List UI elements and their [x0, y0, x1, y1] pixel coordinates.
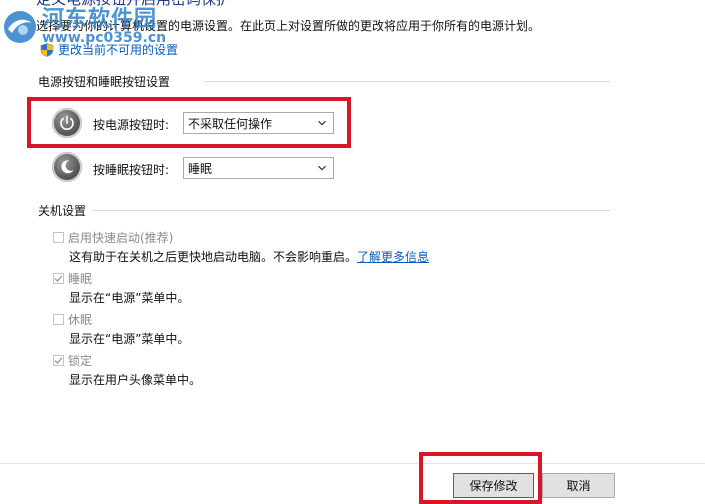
- hibernate-label: 休眠: [68, 313, 93, 327]
- fast-startup-label: 启用快速启动(推荐): [68, 231, 174, 245]
- save-changes-button[interactable]: 保存修改: [453, 473, 534, 498]
- sleep-checkbox[interactable]: [53, 273, 64, 284]
- sleep-button-icon: [52, 152, 82, 182]
- hibernate-option[interactable]: 休眠: [53, 311, 92, 328]
- chevron-down-icon: [318, 120, 326, 126]
- learn-more-link[interactable]: 了解更多信息: [357, 250, 429, 264]
- power-symbol-icon: [60, 115, 74, 130]
- change-unavailable-settings-label: 更改当前不可用的设置: [58, 43, 179, 57]
- cancel-button[interactable]: 取消: [542, 473, 615, 498]
- lock-label: 锁定: [68, 354, 93, 368]
- power-button-action-value: 不采取任何操作: [188, 116, 273, 131]
- change-unavailable-settings-link[interactable]: 更改当前不可用的设置: [40, 41, 178, 58]
- watermark-logo-icon: [4, 10, 36, 43]
- section-divider: [93, 210, 610, 211]
- power-buttons-section-title: 电源按钮和睡眠按钮设置: [38, 75, 171, 89]
- fast-startup-desc-text: 这有助于在关机之后更快地启动电脑。不会影响重启。: [69, 250, 358, 264]
- fast-startup-description: 这有助于在关机之后更快地启动电脑。不会影响重启。了解更多信息: [69, 248, 429, 265]
- checkmark-icon: [54, 275, 63, 282]
- lock-option[interactable]: 锁定: [53, 352, 92, 369]
- lock-description: 显示在用户头像菜单中。: [69, 373, 202, 387]
- fast-startup-option[interactable]: 启用快速启动(推荐): [53, 229, 173, 246]
- power-button-icon: [52, 108, 82, 138]
- moon-icon: [61, 160, 74, 174]
- hibernate-checkbox[interactable]: [53, 314, 64, 325]
- section-divider: [204, 81, 610, 82]
- sleep-button-action-value: 睡眠: [188, 161, 213, 176]
- sleep-option[interactable]: 睡眠: [53, 270, 92, 287]
- intro-text: 选择要为你的计算机设置的电源设置。在此页上对设置所做的更改将应用于你所有的电源计…: [36, 19, 541, 33]
- shutdown-section-title: 关机设置: [38, 204, 87, 218]
- lock-checkbox[interactable]: [53, 355, 64, 366]
- sleep-description: 显示在“电源”菜单中。: [69, 291, 190, 305]
- fast-startup-checkbox[interactable]: [53, 232, 64, 243]
- sleep-button-label: 按睡眠按钮时:: [93, 163, 170, 177]
- footer-divider: [0, 463, 705, 464]
- uac-shield-icon: [40, 42, 54, 57]
- power-button-label: 按电源按钮时:: [93, 118, 170, 132]
- checkmark-icon: [54, 357, 63, 364]
- hibernate-description: 显示在“电源”菜单中。: [69, 332, 190, 346]
- power-button-action-dropdown[interactable]: 不采取任何操作: [183, 112, 334, 134]
- sleep-label: 睡眠: [68, 272, 93, 286]
- chevron-down-icon: [318, 165, 326, 171]
- page-title: 定义电源按钮并启用密码保护: [36, 0, 231, 9]
- sleep-button-action-dropdown[interactable]: 睡眠: [183, 157, 334, 179]
